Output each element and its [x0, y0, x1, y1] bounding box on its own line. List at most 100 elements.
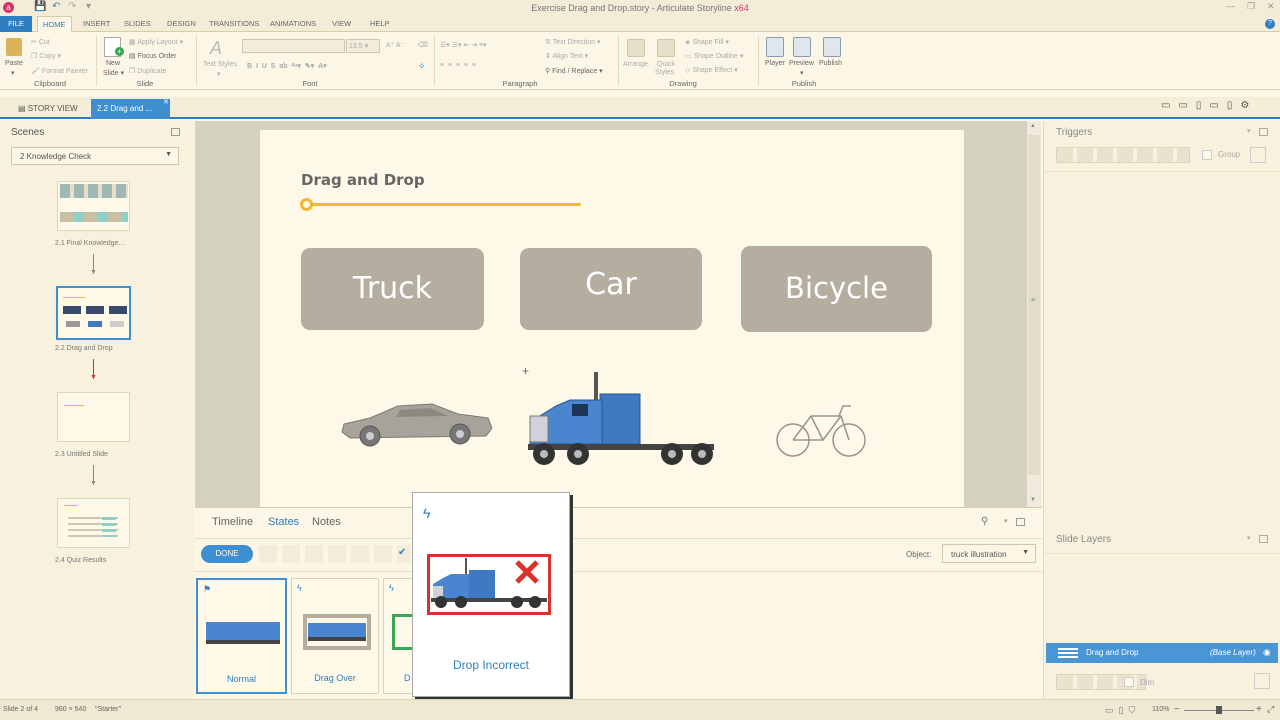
shape-fill-button[interactable]: ◈ Shape Fill ▾: [685, 38, 729, 46]
clear-format-icon[interactable]: ⌫: [418, 41, 428, 49]
zoom-in-icon[interactable]: +: [1256, 704, 1262, 715]
minimize-icon[interactable]: —: [1226, 1, 1235, 11]
tab-insert[interactable]: INSERT: [78, 16, 115, 32]
tab-states[interactable]: States: [268, 516, 299, 528]
group-checkbox[interactable]: [1202, 150, 1212, 160]
slide-title[interactable]: Drag and Drop: [301, 171, 425, 189]
close-icon[interactable]: ✕: [1267, 1, 1275, 12]
format-painter-button[interactable]: 🖌 Format Painter: [31, 67, 88, 75]
panel-menu-icon[interactable]: ▾: [1004, 517, 1008, 525]
drop-target-truck[interactable]: Truck: [301, 248, 484, 330]
copy-button[interactable]: ❐ Copy ▾: [31, 52, 61, 60]
scroll-down-icon[interactable]: ▼: [1030, 497, 1036, 503]
state-card-normal[interactable]: ⚑ Normal: [196, 578, 287, 694]
tab-help[interactable]: HELP: [365, 16, 395, 32]
scroll-up-icon[interactable]: ▲: [1030, 123, 1036, 129]
help-icon[interactable]: ?: [1265, 19, 1275, 29]
drop-target-bicycle[interactable]: Bicycle: [741, 246, 932, 332]
list-icons[interactable]: ☰▾ ☰▾ ⇤ ⇥ ≡▾: [440, 41, 487, 49]
dim-checkbox[interactable]: [1124, 677, 1134, 687]
triggers-panel-restore-icon[interactable]: [1259, 128, 1268, 136]
player-icon[interactable]: [766, 37, 784, 57]
tab-notes[interactable]: Notes: [312, 516, 341, 528]
status-icons[interactable]: ▭ ▯ ⛉: [1105, 705, 1135, 716]
shape-effect-button[interactable]: ◇ Shape Effect ▾: [685, 66, 738, 74]
slide-thumbnail-2-3[interactable]: [57, 392, 130, 442]
duplicate-button[interactable]: ❐ Duplicate: [129, 67, 166, 75]
panel-restore-icon[interactable]: [1016, 518, 1025, 526]
drop-target-car[interactable]: Car: [520, 248, 702, 330]
font-size-input[interactable]: 13.5 ▾: [346, 39, 380, 53]
view-mode-icons[interactable]: ▭▭▯▭▯⚙: [1161, 100, 1257, 111]
tab-transitions[interactable]: TRANSITIONS: [204, 16, 264, 32]
new-slide-button[interactable]: New: [106, 60, 120, 67]
text-styles-icon[interactable]: A: [210, 38, 232, 58]
bicycle-illustration[interactable]: [775, 402, 869, 458]
zoom-slider-thumb[interactable]: [1216, 706, 1222, 714]
apply-layout-button[interactable]: ▦ Apply Layout ▾: [129, 38, 183, 46]
tab-file[interactable]: FILE: [0, 16, 32, 32]
base-layer-row[interactable]: Drag and Drop (Base Layer) ◉: [1046, 643, 1278, 663]
styles-button[interactable]: Styles: [655, 69, 674, 76]
fit-window-icon[interactable]: ⤢: [1267, 704, 1274, 715]
quick-button[interactable]: Quick: [657, 61, 675, 68]
paste-icon[interactable]: [6, 38, 22, 56]
scenes-panel-restore-icon[interactable]: [171, 128, 180, 136]
quick-styles-icon[interactable]: [657, 39, 675, 57]
layers-panel-restore-icon[interactable]: [1259, 535, 1268, 543]
shape-outline-button[interactable]: ▭ Shape Outline ▾: [685, 52, 743, 60]
text-styles-button[interactable]: Text Styles: [203, 61, 237, 68]
tab-home[interactable]: HOME: [37, 16, 72, 32]
state-card-drop-correct[interactable]: ϟ D: [383, 578, 414, 694]
tab-current-slide[interactable]: 2.2 Drag and ...: [91, 99, 170, 119]
alignment-icons[interactable]: ≡ ≡ ≡ ≡ ≡: [440, 62, 476, 69]
publish-icon[interactable]: [823, 37, 841, 57]
tab-timeline[interactable]: Timeline: [212, 516, 253, 528]
new-slide-button-2[interactable]: Slide ▾: [103, 69, 124, 77]
state-preview-drop-incorrect[interactable]: ϟ Drop Incorrect: [412, 492, 570, 697]
arrange-icon[interactable]: [627, 39, 645, 57]
maximize-icon[interactable]: ❐: [1247, 1, 1255, 12]
text-styles-arrow-icon[interactable]: ▾: [217, 70, 221, 78]
font-format-icons[interactable]: B I U S ab ᴬᵃ▾ ✎▾ A▾: [247, 62, 327, 70]
layer-settings-icon[interactable]: [1254, 673, 1270, 689]
car-illustration[interactable]: [340, 398, 494, 448]
zoom-out-icon[interactable]: −: [1174, 704, 1180, 715]
font-name-input[interactable]: [242, 39, 345, 53]
preview-arrow-icon[interactable]: ▾: [800, 69, 804, 77]
slide-thumbnail-2-2[interactable]: [56, 286, 131, 340]
panel-pin-icon[interactable]: ⚲: [981, 516, 988, 527]
arrange-button[interactable]: Arrange: [623, 61, 648, 68]
truck-illustration[interactable]: [526, 372, 718, 466]
scene-select[interactable]: 2 Knowledge Check ▼: [11, 147, 179, 165]
stage-vertical-scrollbar[interactable]: ▲ ≡ ▼: [1027, 121, 1041, 507]
triggers-settings-icon[interactable]: [1250, 147, 1266, 163]
tab-view[interactable]: VIEW: [327, 16, 356, 32]
done-button[interactable]: DONE: [201, 545, 253, 563]
cut-button[interactable]: ✂ Cut: [31, 38, 50, 46]
layers-panel-menu-icon[interactable]: ▾: [1247, 534, 1251, 542]
close-tab-icon[interactable]: ✕: [163, 98, 169, 106]
format-painter-font-icon[interactable]: ✧: [418, 61, 428, 71]
find-replace-button[interactable]: ⚲ Find / Replace ▾: [545, 67, 603, 75]
trigger-toolbar[interactable]: [1056, 147, 1190, 163]
player-button[interactable]: Player: [765, 60, 785, 67]
state-toolbar[interactable]: [259, 545, 411, 563]
scroll-thumb[interactable]: [1028, 135, 1040, 475]
text-direction-button[interactable]: ⇅ Text Direction ▾: [545, 38, 601, 46]
tab-story-view[interactable]: ▤ STORY VIEW: [10, 99, 78, 119]
publish-button[interactable]: Publish: [819, 60, 842, 67]
check-icon[interactable]: ✔: [398, 547, 406, 558]
preview-icon[interactable]: [793, 37, 811, 57]
tab-design[interactable]: DESIGN: [162, 16, 201, 32]
preview-button[interactable]: Preview: [789, 60, 814, 67]
object-select[interactable]: truck illustration ▼: [942, 544, 1036, 563]
tab-slides[interactable]: SLIDES: [119, 16, 156, 32]
tab-animations[interactable]: ANIMATIONS: [265, 16, 321, 32]
eye-icon[interactable]: ◉: [1263, 647, 1271, 658]
align-text-button[interactable]: ⇕ Align Text ▾: [545, 52, 588, 60]
slide-thumbnail-2-4[interactable]: [57, 498, 130, 548]
focus-order-button[interactable]: ▤ Focus Order: [129, 52, 176, 60]
triggers-panel-menu-icon[interactable]: ▾: [1247, 127, 1251, 135]
slide-canvas[interactable]: Drag and Drop Truck Car Bicycle +: [260, 130, 964, 507]
